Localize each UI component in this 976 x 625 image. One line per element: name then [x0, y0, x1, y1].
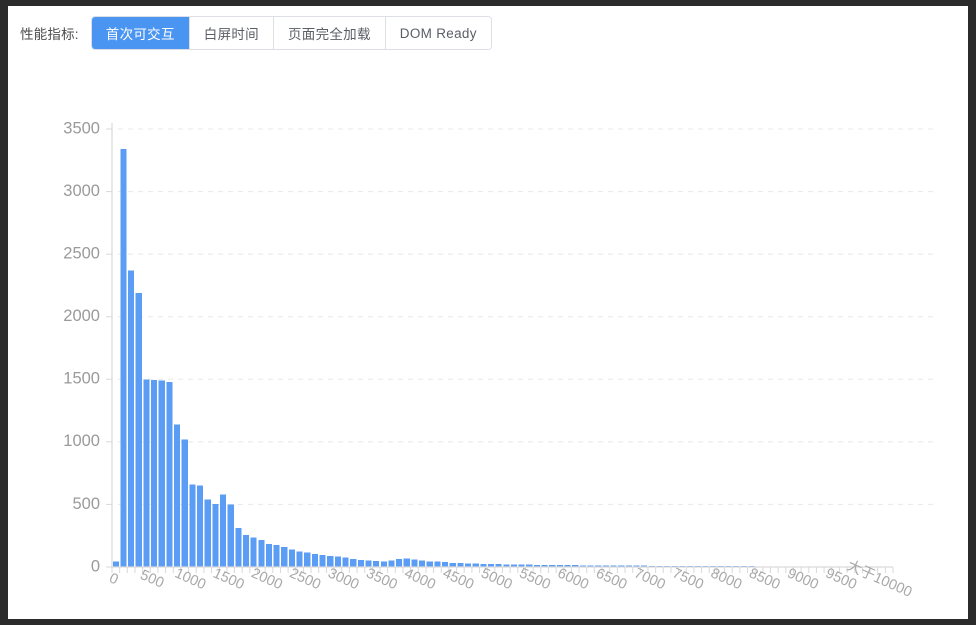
histogram-bar[interactable]	[312, 554, 318, 567]
x-axis-tick-label: 2000	[249, 565, 285, 593]
histogram-bar[interactable]	[228, 504, 234, 567]
histogram-bar[interactable]	[396, 559, 402, 567]
x-axis-tick-label: 1500	[210, 565, 246, 593]
histogram-bar[interactable]	[419, 560, 425, 567]
histogram-bar[interactable]	[220, 494, 226, 567]
histogram-bar[interactable]	[274, 545, 280, 567]
metric-button-first-interactive[interactable]: 首次可交互	[92, 17, 189, 49]
histogram-bar[interactable]	[297, 551, 303, 567]
histogram-bar[interactable]	[251, 538, 257, 567]
histogram-bar[interactable]	[266, 544, 272, 567]
x-axis-tick-label: 3500	[364, 565, 400, 593]
x-axis-tick-label: 9000	[785, 565, 821, 593]
x-axis-tick-label: 500	[138, 567, 167, 591]
histogram-bar[interactable]	[120, 149, 126, 567]
histogram-bar[interactable]	[113, 561, 119, 567]
histogram-bar[interactable]	[320, 555, 326, 567]
histogram-bar[interactable]	[235, 528, 241, 567]
performance-histogram-card: 性能指标: 首次可交互 白屏时间 页面完全加载 DOM Ready 050010…	[8, 6, 968, 619]
x-axis-tick-label: 0	[107, 570, 121, 588]
histogram-bar[interactable]	[281, 547, 287, 567]
metric-toolbar: 性能指标: 首次可交互 白屏时间 页面完全加载 DOM Ready	[20, 13, 492, 53]
histogram-bar[interactable]	[304, 553, 310, 567]
x-axis-tick-label: 3000	[325, 565, 361, 593]
x-axis-tick-label: 2500	[287, 565, 323, 593]
histogram-svg: 0500100015002000250030003500050010001500…	[8, 64, 968, 619]
x-axis-tick-label: 7000	[632, 565, 668, 593]
x-axis-tick-label: 5000	[478, 565, 514, 593]
histogram-bar[interactable]	[373, 561, 379, 567]
x-axis-tick-label: 8500	[746, 565, 782, 593]
histogram-bar[interactable]	[151, 380, 157, 567]
histogram-bar[interactable]	[166, 382, 172, 567]
x-axis-tick-label: 8000	[708, 565, 744, 593]
histogram-bar[interactable]	[189, 484, 195, 567]
histogram-bar[interactable]	[427, 561, 433, 567]
histogram-bar[interactable]	[381, 561, 387, 567]
histogram-bar[interactable]	[289, 549, 295, 567]
histogram-bar[interactable]	[258, 540, 264, 567]
x-axis-tick-label: 5500	[517, 565, 553, 593]
histogram-bar[interactable]	[128, 270, 134, 567]
x-axis-tick-label: 6000	[555, 565, 591, 593]
histogram-bar[interactable]	[358, 560, 364, 567]
histogram-bar[interactable]	[434, 562, 440, 567]
histogram-bar[interactable]	[335, 557, 341, 567]
y-axis-tick-label: 1500	[63, 370, 100, 388]
metric-button-white-screen-time[interactable]: 白屏时间	[189, 17, 273, 49]
histogram-bar[interactable]	[174, 424, 180, 567]
x-axis-tick-label: 1000	[172, 565, 208, 593]
y-axis-tick-label: 0	[91, 557, 100, 575]
y-axis-tick-label: 2500	[63, 245, 100, 263]
histogram-bar[interactable]	[159, 381, 165, 567]
histogram-chart: 0500100015002000250030003500050010001500…	[8, 64, 968, 619]
x-axis-tick-label: 7500	[670, 565, 706, 593]
y-axis-tick-label: 500	[72, 495, 100, 513]
histogram-bar[interactable]	[212, 504, 218, 567]
histogram-bar[interactable]	[182, 439, 188, 567]
histogram-bar[interactable]	[342, 558, 348, 567]
histogram-bar[interactable]	[205, 499, 211, 567]
histogram-bar[interactable]	[411, 559, 417, 567]
metric-button-group[interactable]: 首次可交互 白屏时间 页面完全加载 DOM Ready	[91, 16, 492, 50]
x-axis-tick-label: 4500	[440, 565, 476, 593]
histogram-bar[interactable]	[136, 293, 142, 567]
y-axis-tick-label: 2000	[63, 307, 100, 325]
histogram-bar[interactable]	[388, 560, 394, 567]
metric-button-dom-ready[interactable]: DOM Ready	[385, 17, 491, 49]
metric-toolbar-label: 性能指标:	[20, 23, 79, 43]
histogram-bar[interactable]	[143, 379, 149, 567]
y-axis-tick-label: 3500	[63, 119, 100, 137]
metric-button-page-fully-loaded[interactable]: 页面完全加载	[273, 17, 385, 49]
histogram-bar[interactable]	[350, 559, 356, 567]
histogram-bar[interactable]	[197, 486, 203, 567]
x-axis-tick-label: 6500	[593, 565, 629, 593]
x-axis-tick-label: 4000	[402, 565, 438, 593]
histogram-bar[interactable]	[243, 535, 249, 567]
y-axis-tick-label: 1000	[63, 432, 100, 450]
y-axis-tick-label: 3000	[63, 182, 100, 200]
